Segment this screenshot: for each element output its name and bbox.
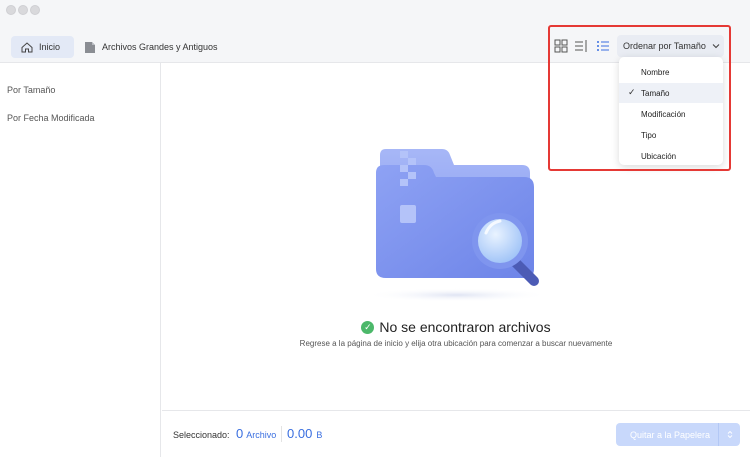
sidebar-item-by-size[interactable]: Por Tamaño <box>7 85 55 95</box>
sort-option-modified[interactable]: Modificación <box>619 104 723 124</box>
title-bar <box>0 0 750 22</box>
sidebar-item-by-modified-date[interactable]: Por Fecha Modificada <box>7 113 95 123</box>
move-to-trash-button[interactable]: Quitar a la Papelera <box>616 423 740 446</box>
sort-option-location[interactable]: Ubicación <box>619 146 723 166</box>
check-circle-icon: ✓ <box>361 320 375 334</box>
list-view-icon[interactable] <box>596 39 610 53</box>
home-icon <box>21 41 33 52</box>
move-to-trash-label: Quitar a la Papelera <box>629 429 711 440</box>
empty-folder-illustration <box>365 149 549 302</box>
grid-view-icon[interactable] <box>554 39 568 53</box>
home-tab[interactable]: Inicio <box>11 36 74 58</box>
bottom-bar: Seleccionado: 0 Archivo 0.00 B Quitar a … <box>162 410 750 457</box>
empty-state-title: No se encontraron archivos <box>379 319 551 335</box>
selected-size: 0.00 B <box>287 426 322 441</box>
selected-size-unit: B <box>316 430 323 440</box>
sort-option-label: Modificación <box>641 109 686 119</box>
sort-option-label: Tipo <box>641 130 657 140</box>
sort-option-type[interactable]: Tipo <box>619 125 723 145</box>
sort-option-name[interactable]: Nombre <box>619 62 723 82</box>
sidebar: Por Tamaño Por Fecha Modificada <box>0 63 161 457</box>
empty-state-subtitle: Regrese a la página de inicio y elija ot… <box>299 339 613 348</box>
selected-size-value: 0.00 <box>287 426 313 441</box>
column-view-icon[interactable] <box>574 39 588 53</box>
sort-option-label: Ubicación <box>641 151 677 161</box>
zoom-window-button[interactable] <box>30 5 40 15</box>
home-tab-label: Inicio <box>39 42 61 52</box>
close-window-button[interactable] <box>6 5 16 15</box>
checkmark-icon: ✓ <box>628 87 636 97</box>
sort-dropdown-label: Ordenar por Tamaño <box>623 41 706 51</box>
minimize-window-button[interactable] <box>18 5 28 15</box>
selected-label: Seleccionado: <box>173 430 230 440</box>
sort-option-size[interactable]: ✓ Tamaño <box>619 83 723 103</box>
large-old-files-label: Archivos Grandes y Antiguos <box>102 42 218 52</box>
sort-option-label: Nombre <box>641 67 670 77</box>
sort-dropdown-button[interactable]: Ordenar por Tamaño <box>617 35 724 57</box>
large-old-files-tab[interactable]: Archivos Grandes y Antiguos <box>84 36 218 58</box>
chevron-down-icon <box>712 44 720 49</box>
selected-count-value: 0 <box>236 426 244 441</box>
empty-state-title-row: ✓ No se encontraron archivos <box>162 319 750 335</box>
sort-option-label: Tamaño <box>641 88 670 98</box>
trash-options-button[interactable] <box>718 423 740 446</box>
up-down-chevron-icon <box>727 430 732 439</box>
footer-divider <box>281 426 282 442</box>
sort-menu: Nombre ✓ Tamaño Modificación Tipo Ubicac… <box>619 57 723 165</box>
file-icon <box>85 41 95 53</box>
selected-count: 0 Archivo <box>236 426 276 441</box>
selected-count-unit: Archivo <box>246 430 277 440</box>
